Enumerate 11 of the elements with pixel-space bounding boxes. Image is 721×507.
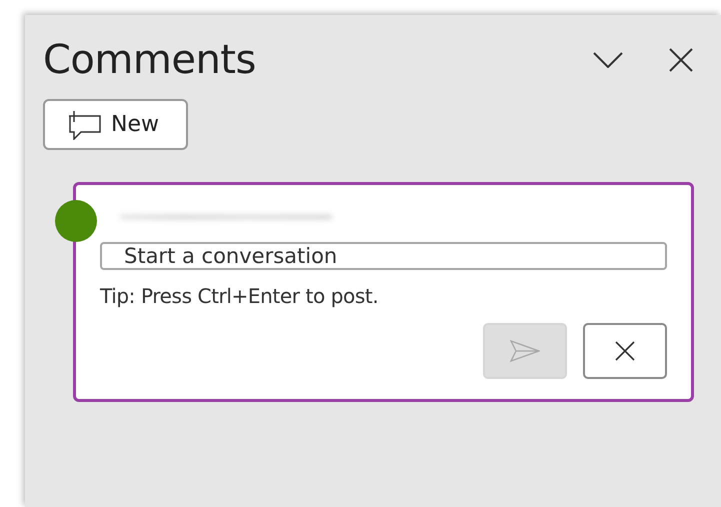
comment-input-field[interactable]: Start a conversation [100, 242, 667, 270]
close-icon[interactable] [669, 48, 693, 72]
new-comment-button[interactable]: New [43, 99, 188, 150]
send-icon [510, 340, 540, 362]
cancel-button[interactable] [583, 323, 667, 379]
close-icon [615, 341, 635, 361]
panel-title: Comments [43, 37, 257, 83]
new-comment-icon [69, 110, 101, 140]
tip-text: Tip: Press Ctrl+Enter to post. [100, 284, 380, 308]
user-avatar [55, 200, 97, 242]
chevron-down-icon[interactable] [593, 52, 623, 68]
